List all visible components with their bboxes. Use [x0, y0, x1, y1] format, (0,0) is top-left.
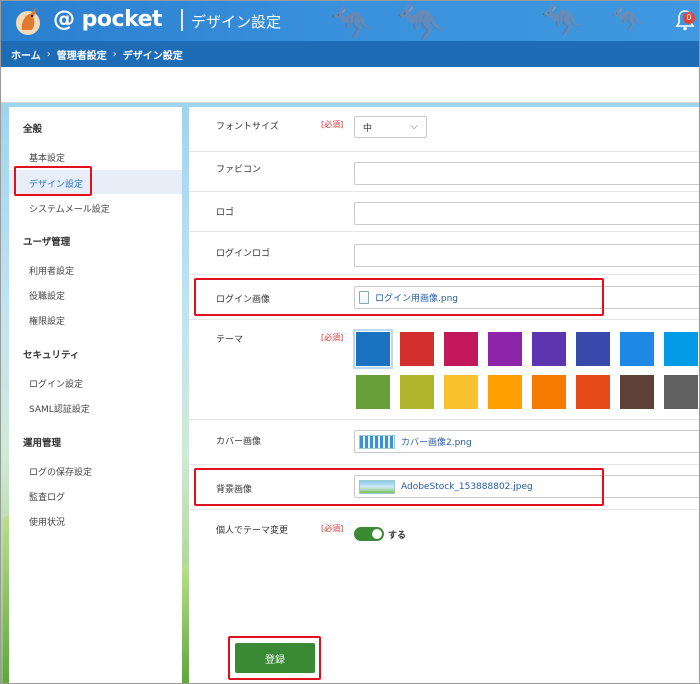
- sidebar-item-log-retention[interactable]: ログの保存設定: [29, 465, 92, 478]
- required-badge: [必須]: [321, 524, 344, 533]
- cover-image-label: カバー画像: [216, 437, 262, 447]
- sidebar-item-system-mail[interactable]: システムメール設定: [29, 202, 110, 215]
- logo-label: ロゴ: [216, 208, 235, 218]
- sidebar-item-audit-log[interactable]: 監査ログ: [29, 490, 65, 503]
- theme-color-swatch[interactable]: [576, 375, 610, 409]
- theme-color-swatch[interactable]: [356, 375, 390, 409]
- form-row-login-logo: ログインロゴ: [189, 232, 699, 275]
- highlight-box-design-settings: [14, 166, 92, 196]
- grass-decoration: [182, 565, 189, 683]
- theme-color-swatch[interactable]: [353, 329, 393, 369]
- toggle-knob: [372, 529, 382, 539]
- cover-image-thumbnail: [359, 434, 395, 449]
- favicon-label: ファビコン: [216, 165, 262, 175]
- toolbar-area: [1, 67, 699, 103]
- kangaroo-decoration-icon: 🦘: [331, 3, 374, 41]
- app-logo-text: @ pocket: [53, 7, 163, 32]
- theme-color-swatch[interactable]: [620, 375, 654, 409]
- theme-color-swatch[interactable]: [488, 375, 522, 409]
- app-window: 🦘 🦘 🦘 🦘 @ pocket デザイン設定 0 ホーム › 管理者設定 ›: [0, 0, 700, 684]
- settings-sidebar: 全般 基本設定 デザイン設定 システムメール設定 ユーザ管理 利用者設定 役職設…: [9, 107, 182, 683]
- required-badge: [必須]: [321, 120, 344, 129]
- header-separator: [181, 9, 183, 31]
- sidebar-group-user-management: ユーザ管理: [23, 237, 71, 248]
- font-size-label: フォントサイズ: [216, 122, 279, 132]
- theme-color-swatch[interactable]: [664, 332, 698, 366]
- page-title: デザイン設定: [191, 13, 282, 31]
- kangaroo-decoration-icon: 🦘: [396, 1, 446, 41]
- kangaroo-decoration-icon: 🦘: [611, 5, 644, 35]
- sidebar-item-basic-settings[interactable]: 基本設定: [29, 151, 65, 164]
- breadcrumb: ホーム › 管理者設定 › デザイン設定: [1, 41, 699, 67]
- form-row-cover-image: カバー画像 カバー画像2.png: [189, 420, 699, 465]
- personal-theme-label: 個人でテーマ変更: [216, 526, 289, 536]
- theme-color-swatch[interactable]: [620, 332, 654, 366]
- login-logo-file-field[interactable]: [354, 244, 699, 267]
- font-size-value: 中: [363, 123, 373, 134]
- theme-color-swatch[interactable]: [444, 332, 478, 366]
- notifications-button[interactable]: 0: [675, 9, 697, 33]
- theme-color-swatch[interactable]: [400, 332, 434, 366]
- notification-badge: 0: [683, 12, 695, 24]
- personal-theme-toggle-label: する: [388, 531, 407, 541]
- theme-color-swatch[interactable]: [532, 332, 566, 366]
- app-logo[interactable]: @ pocket: [9, 4, 189, 38]
- theme-color-swatch[interactable]: [664, 375, 698, 409]
- sidebar-item-user-settings[interactable]: 利用者設定: [29, 264, 74, 277]
- breadcrumb-current: デザイン設定: [122, 50, 183, 62]
- kangaroo-logo-icon: [16, 8, 40, 35]
- sidebar-item-permission-settings[interactable]: 権限設定: [29, 314, 65, 327]
- sidebar-group-security: セキュリティ: [23, 350, 80, 361]
- cover-image-file-field[interactable]: カバー画像2.png: [354, 430, 699, 453]
- form-row-favicon: ファビコン: [189, 152, 699, 192]
- theme-color-swatch[interactable]: [400, 375, 434, 409]
- breadcrumb-chevron-icon: ›: [46, 48, 51, 60]
- design-settings-form: フォントサイズ [必須] 中 ⌵ ファビコン ロゴ ログインロゴ ログイン画像 …: [189, 107, 699, 683]
- login-logo-label: ログインロゴ: [216, 249, 271, 259]
- app-header: 🦘 🦘 🦘 🦘 @ pocket デザイン設定 0: [1, 1, 699, 41]
- theme-color-swatch[interactable]: [488, 332, 522, 366]
- chevron-down-icon: ⌵: [410, 121, 418, 132]
- theme-color-swatch[interactable]: [532, 375, 566, 409]
- sidebar-item-login-settings[interactable]: ログイン設定: [29, 377, 83, 390]
- kangaroo-decoration-icon: 🦘: [541, 1, 584, 41]
- highlight-box-background-image: [194, 468, 604, 506]
- cover-image-filename: カバー画像2.png: [401, 438, 472, 448]
- sidebar-item-saml-settings[interactable]: SAML認証設定: [29, 402, 90, 415]
- breadcrumb-admin-settings[interactable]: 管理者設定: [57, 47, 107, 62]
- sidebar-group-general: 全般: [23, 124, 43, 135]
- breadcrumb-chevron-icon: ›: [112, 48, 117, 60]
- theme-color-swatch[interactable]: [576, 332, 610, 366]
- required-badge: [必須]: [321, 333, 344, 342]
- logo-file-field[interactable]: [354, 202, 699, 225]
- form-row-logo: ロゴ: [189, 192, 699, 232]
- sidebar-group-operations: 運用管理: [23, 438, 62, 449]
- theme-color-swatch[interactable]: [444, 375, 478, 409]
- sidebar-item-position-settings[interactable]: 役職設定: [29, 289, 65, 302]
- favicon-file-field[interactable]: [354, 162, 699, 185]
- submit-button[interactable]: 登録: [235, 643, 315, 673]
- theme-label: テーマ: [216, 335, 244, 345]
- sidebar-item-usage[interactable]: 使用状況: [29, 515, 65, 528]
- form-row-font-size: フォントサイズ [必須] 中 ⌵: [189, 107, 699, 152]
- highlight-box-login-image: [194, 278, 604, 316]
- font-size-select[interactable]: 中 ⌵: [354, 116, 427, 138]
- breadcrumb-home[interactable]: ホーム: [11, 47, 41, 62]
- personal-theme-toggle[interactable]: [354, 527, 384, 541]
